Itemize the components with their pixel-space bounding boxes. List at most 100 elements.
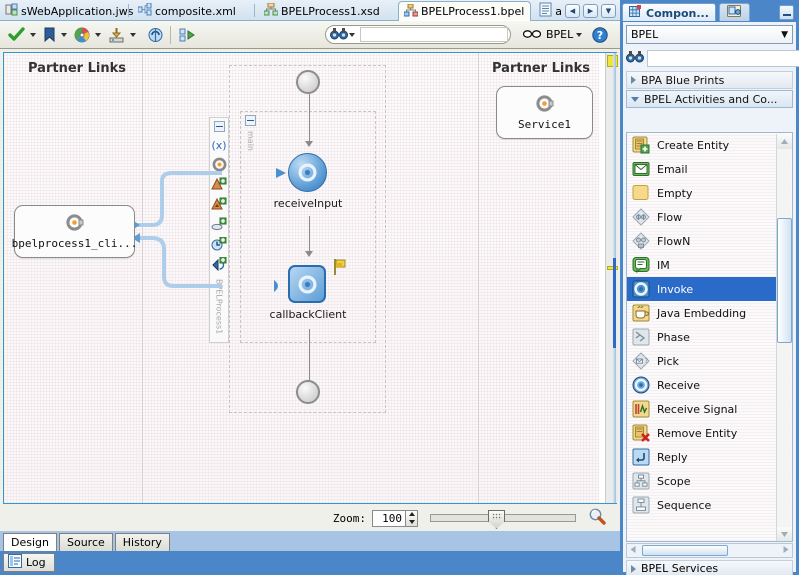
add-correlation-icon[interactable] <box>210 214 228 234</box>
tab-list-button[interactable]: ▼ <box>601 4 616 18</box>
refresh-button[interactable] <box>145 24 166 46</box>
list-item[interactable]: Scope <box>627 469 792 493</box>
activity-label-callbackClient: callbackClient <box>269 308 347 321</box>
tab-next-button[interactable]: ▶ <box>583 4 598 18</box>
chevron-down-icon[interactable]: ▼ <box>781 30 788 40</box>
tab-resources[interactable] <box>718 3 750 22</box>
accordion-bpel-services[interactable]: BPEL Services <box>626 560 793 575</box>
color-palette-button[interactable] <box>72 24 92 46</box>
document-icon[interactable] <box>539 2 552 20</box>
document-tab-bpel[interactable]: BPELProcess1.bpel <box>398 1 532 22</box>
list-item[interactable]: Receive Signal <box>627 397 792 421</box>
list-item[interactable]: Remove Entity <box>627 421 792 445</box>
chevron-right-icon <box>631 76 636 84</box>
scroll-right-arrow-icon[interactable] <box>781 544 790 557</box>
bookmark-dropdown-caret[interactable] <box>61 32 67 37</box>
zoom-value-input[interactable]: 100 <box>372 509 406 527</box>
phase-icon <box>632 328 650 346</box>
list-item-label: Flow <box>657 210 683 224</box>
variables-icon[interactable]: (x) <box>210 134 228 154</box>
document-tab-composite[interactable]: composite.xml <box>133 1 242 21</box>
editor-vertical-scrollbar[interactable] <box>613 53 616 503</box>
activity-receiveInput[interactable] <box>288 153 327 192</box>
run-button[interactable] <box>177 24 198 46</box>
palette-horizontal-scroll-thumb[interactable] <box>642 545 728 556</box>
document-tab-xsd[interactable]: BPELProcess1.xsd <box>259 1 386 21</box>
main-scope-label: main <box>246 131 255 151</box>
view-selector-caret[interactable] <box>576 32 583 37</box>
palette-horizontal-scrollbar[interactable] <box>626 543 793 558</box>
list-item-label: Email <box>657 162 688 176</box>
log-tab[interactable]: Log <box>3 553 55 572</box>
zoom-slider-thumb[interactable] <box>488 510 505 529</box>
chevron-right-icon <box>631 564 636 573</box>
accordion-bpa-blue-prints[interactable]: BPA Blue Prints <box>626 71 793 89</box>
editor-vertical-scroll-thumb[interactable] <box>613 258 616 348</box>
document-tab-jws[interactable]: sWebApplication.jws <box>0 1 139 21</box>
list-item[interactable]: IM <box>627 253 792 277</box>
list-item-label: Remove Entity <box>657 426 738 440</box>
list-item[interactable]: Sequence <box>627 493 792 517</box>
add-compensate-icon[interactable] <box>210 194 228 214</box>
list-item[interactable]: Reply <box>627 445 792 469</box>
palette-list-scroll-thumb[interactable] <box>777 218 792 343</box>
scroll-up-arrow-icon[interactable] <box>777 134 792 149</box>
tab-design[interactable]: Design <box>3 533 57 551</box>
list-item[interactable]: Flow <box>627 205 792 229</box>
palette-type-value: BPEL <box>631 28 659 41</box>
scroll-down-arrow-icon[interactable] <box>777 527 792 541</box>
tab-prev-button[interactable]: ◀ <box>565 4 580 18</box>
settings-gear-icon[interactable] <box>210 154 228 174</box>
tab-separator <box>128 4 129 17</box>
zoom-slider-track[interactable] <box>430 510 576 529</box>
search-input[interactable] <box>360 27 508 42</box>
list-item[interactable]: Empty <box>627 181 792 205</box>
zoom-stepper[interactable] <box>406 509 418 527</box>
deploy-dropdown-caret[interactable] <box>130 32 136 37</box>
palette-type-selector[interactable]: BPEL ▼ <box>626 25 793 44</box>
list-item-label: Reply <box>657 450 688 464</box>
deploy-button[interactable] <box>106 24 127 46</box>
list-item[interactable]: Phase <box>627 325 792 349</box>
tab-history[interactable]: History <box>114 533 170 551</box>
process-collapse-toggle[interactable] <box>213 121 225 132</box>
add-timeout-icon[interactable] <box>210 234 228 254</box>
palette-search-input[interactable] <box>647 49 799 67</box>
process-end-node[interactable] <box>296 380 320 404</box>
activity-callbackClient[interactable] <box>288 265 326 303</box>
list-item[interactable]: Email <box>627 157 792 181</box>
list-item[interactable]: Receive <box>627 373 792 397</box>
tab-components[interactable]: Compon... <box>622 3 716 22</box>
remove-entity-icon <box>632 424 650 442</box>
scroll-left-arrow-icon[interactable] <box>629 544 638 557</box>
help-button[interactable]: ? <box>590 24 610 46</box>
add-sensor-icon[interactable] <box>210 254 228 274</box>
palette-list-vertical-scrollbar[interactable] <box>776 134 792 541</box>
palette-item-list[interactable]: Components Create Entity Email <box>626 132 793 542</box>
search-dropdown-caret[interactable] <box>349 32 355 37</box>
marker-gutter[interactable] <box>605 53 618 503</box>
palette-minimize-button[interactable] <box>779 5 794 20</box>
editor-view-tabs: Design Source History <box>0 531 620 551</box>
palette-dropdown-caret[interactable] <box>95 32 101 37</box>
accordion-bpel-activities[interactable]: BPEL Activities and Co... <box>626 90 793 108</box>
main-scope-collapse-toggle[interactable] <box>245 115 256 126</box>
list-item[interactable]: FlowN <box>627 229 792 253</box>
list-item[interactable]: Java Embedding <box>627 301 792 325</box>
list-item[interactable]: Create Entity <box>627 133 792 157</box>
tab-source[interactable]: Source <box>58 533 113 551</box>
partner-link-service1[interactable]: Service1 <box>496 86 593 139</box>
bookmark-button[interactable] <box>41 24 58 46</box>
yellow-flag-icon[interactable] <box>333 259 347 279</box>
validate-button[interactable] <box>6 24 27 46</box>
add-warning-icon[interactable] <box>210 174 228 194</box>
search-box[interactable] <box>325 25 511 44</box>
validate-dropdown-caret[interactable] <box>30 32 36 37</box>
process-start-node[interactable] <box>296 70 320 94</box>
list-item-label: IM <box>657 258 670 272</box>
list-item-invoke[interactable]: Invoke <box>627 277 792 301</box>
list-item[interactable]: ? Pick <box>627 349 792 373</box>
magnifier-icon[interactable] <box>588 508 606 529</box>
partner-link-client[interactable]: bpelprocess1_cli... <box>12 205 137 258</box>
bpel-diagram-canvas[interactable]: Partner Links Partner Links main (x) BPE… <box>4 53 599 503</box>
